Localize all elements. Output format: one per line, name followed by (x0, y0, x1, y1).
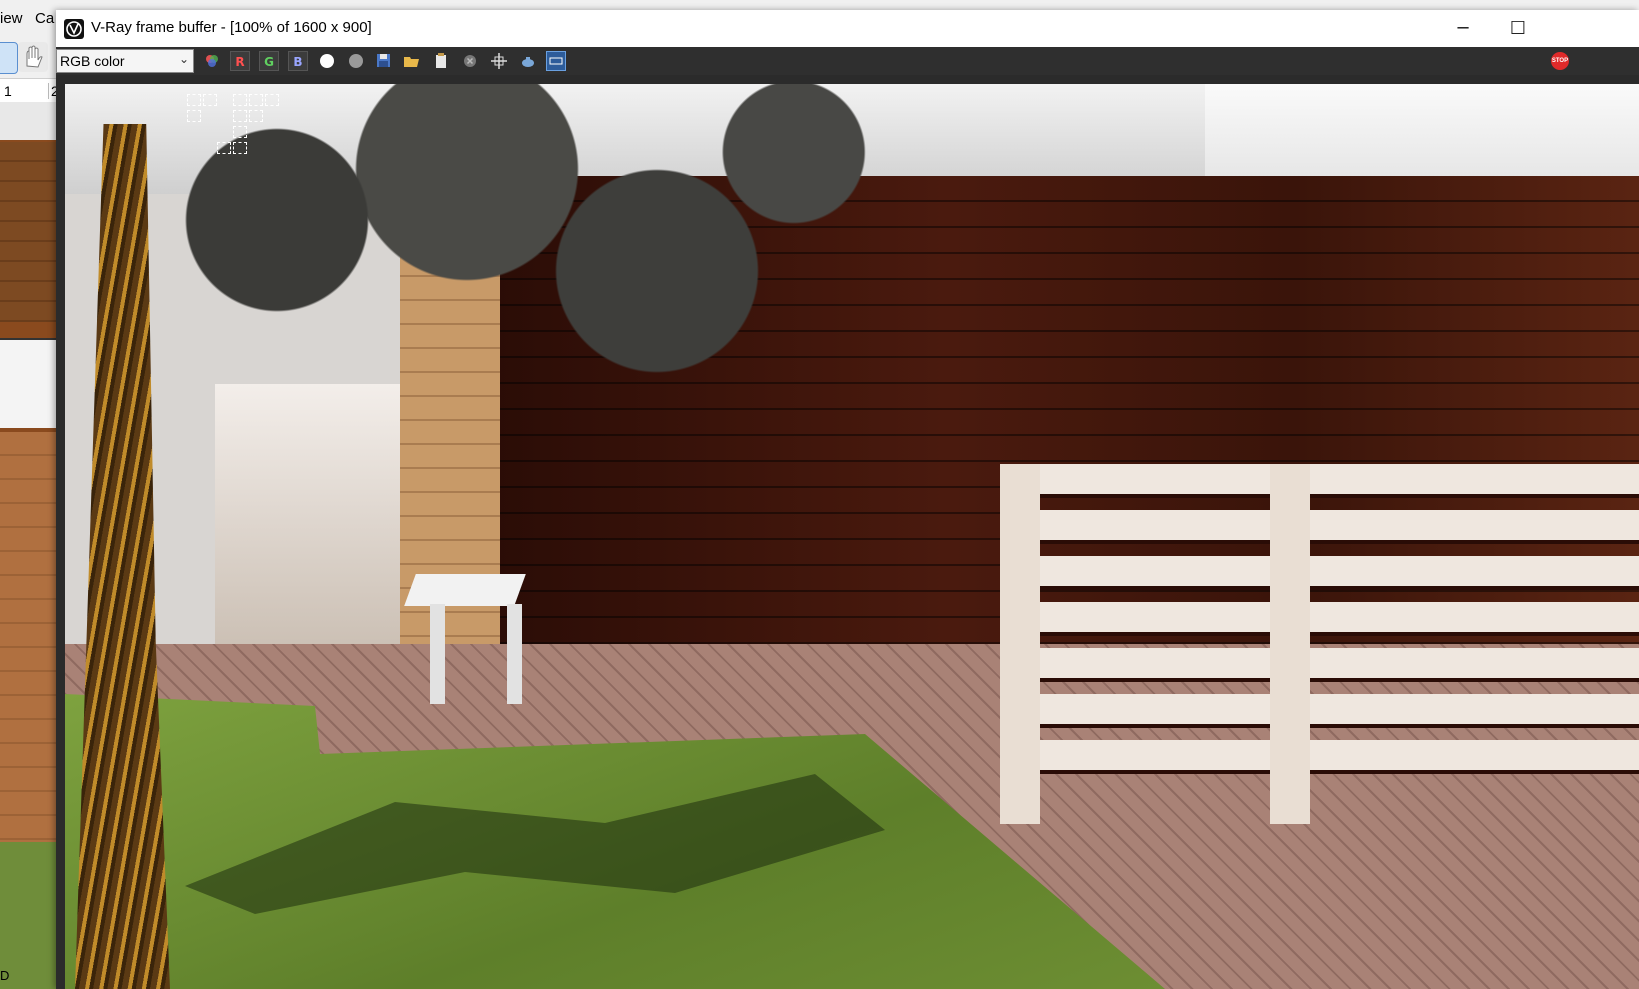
maximize-button[interactable]: ☐ (1494, 10, 1542, 47)
clear-image-icon[interactable] (460, 51, 480, 71)
host-menu-view[interactable]: iew (0, 10, 23, 27)
alpha-white-icon[interactable] (320, 54, 334, 68)
stop-render-button[interactable]: STOP (1551, 52, 1569, 70)
color-mix-icon[interactable] (202, 51, 222, 71)
channel-select-value: RGB color (60, 53, 125, 69)
host-viewport-wall (0, 142, 60, 322)
render-region-marker (217, 142, 231, 154)
host-viewport-panel (0, 338, 60, 428)
host-viewport-wall-lower (0, 432, 60, 842)
fence-post (1270, 464, 1310, 824)
fence-slat (1000, 648, 1639, 678)
render-region-marker (203, 94, 217, 106)
render-region-marker (233, 142, 247, 154)
save-icon[interactable] (374, 51, 394, 71)
fence-slat (1000, 694, 1639, 724)
render-region-marker (187, 110, 201, 122)
vray-logo-icon (64, 19, 84, 39)
scene-tab-1[interactable]: 1 (4, 83, 12, 99)
host-status-label: D (0, 968, 10, 983)
render-fence (1000, 464, 1639, 824)
chevron-down-icon: ⌄ (178, 52, 189, 66)
vfb-toolbar: RGB color ⌄ R G B STOP (56, 47, 1639, 75)
render-interior (215, 384, 405, 664)
render-bench-top (404, 574, 526, 606)
host-scene-tabs: 1 2 (0, 80, 60, 103)
render-region-marker (233, 126, 247, 138)
blue-channel-button[interactable]: B (288, 51, 308, 71)
render-region-marker (187, 94, 201, 106)
render-image[interactable] (65, 84, 1639, 989)
render-teapot-icon[interactable] (518, 51, 538, 71)
fence-slat (1000, 464, 1639, 494)
channel-select[interactable]: RGB color ⌄ (56, 49, 194, 73)
red-channel-button[interactable]: R (230, 51, 250, 71)
host-toolbar (0, 38, 60, 79)
render-region-marker (249, 110, 263, 122)
host-viewport[interactable] (0, 102, 60, 989)
fence-slat (1000, 740, 1639, 770)
vray-frame-buffer-window: V-Ray frame buffer - [100% of 1600 x 900… (56, 10, 1639, 989)
history-icon[interactable] (546, 51, 566, 71)
render-balcony (1205, 84, 1639, 184)
fence-slat (1000, 556, 1639, 586)
host-menu-camera[interactable]: Ca (35, 10, 54, 27)
render-region-marker (233, 110, 247, 122)
clipboard-icon[interactable] (431, 51, 451, 71)
window-titlebar[interactable]: V-Ray frame buffer - [100% of 1600 x 900… (56, 10, 1639, 47)
open-folder-icon[interactable] (402, 51, 422, 71)
host-viewport-grass (0, 842, 60, 989)
track-mouse-icon[interactable] (489, 51, 509, 71)
render-region-marker (249, 94, 263, 106)
fence-slat (1000, 510, 1639, 540)
green-channel-button[interactable]: G (259, 51, 279, 71)
window-title: V-Ray frame buffer - [100% of 1600 x 900… (91, 19, 372, 36)
fence-slat (1000, 602, 1639, 632)
monochrome-icon[interactable] (349, 54, 363, 68)
orbit-icon[interactable] (0, 42, 18, 74)
minimize-button[interactable]: ─ (1439, 10, 1487, 47)
pan-hand-icon[interactable] (18, 42, 48, 72)
render-region-marker (265, 94, 279, 106)
fence-post (1000, 464, 1040, 824)
render-bench-leg (430, 604, 445, 704)
render-region-marker (233, 94, 247, 106)
render-bench-leg (507, 604, 522, 704)
